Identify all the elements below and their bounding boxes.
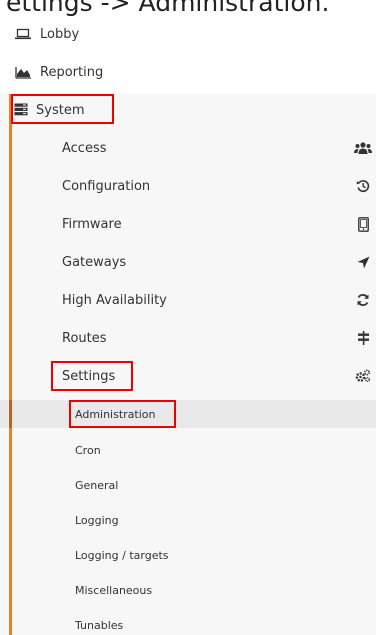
history-icon <box>353 179 373 193</box>
tablet-icon <box>353 216 373 232</box>
menu-item-cron[interactable]: Cron <box>75 437 101 463</box>
map-signs-icon <box>353 331 373 345</box>
menu-item-access-label: Access <box>62 140 107 156</box>
menu-item-reporting-label: Reporting <box>40 64 104 80</box>
server-icon <box>14 103 30 117</box>
menu-item-tunables[interactable]: Tunables <box>75 612 123 635</box>
users-icon <box>353 141 373 155</box>
menu-item-configuration[interactable]: Configuration <box>62 171 376 201</box>
menu-item-logging-label: Logging <box>75 513 119 527</box>
active-row-indicator <box>9 400 12 428</box>
laptop-icon <box>14 27 32 41</box>
menu-item-high-availability[interactable]: High Availability <box>62 285 376 315</box>
menu-item-system[interactable]: System <box>14 96 114 124</box>
menu-item-high-availability-label: High Availability <box>62 292 167 308</box>
menu-item-firmware-label: Firmware <box>62 216 122 232</box>
menu-item-general-label: General <box>75 478 119 492</box>
menu-item-gateways-label: Gateways <box>62 254 127 270</box>
menu-item-system-label: System <box>36 102 85 118</box>
refresh-icon <box>353 293 373 307</box>
menu-item-administration-label: Administration <box>75 407 156 421</box>
menu-item-lobby-label: Lobby <box>40 26 80 42</box>
menu-item-miscellaneous[interactable]: Miscellaneous <box>75 577 152 603</box>
menu-item-routes-label: Routes <box>62 330 107 346</box>
menu-item-logging[interactable]: Logging <box>75 507 119 533</box>
menu-item-settings[interactable]: Settings <box>62 361 376 391</box>
menu-item-gateways[interactable]: Gateways <box>62 247 376 277</box>
area-chart-icon <box>14 65 32 79</box>
menu-item-cron-label: Cron <box>75 443 101 457</box>
location-arrow-icon <box>353 256 373 269</box>
menu-item-lobby[interactable]: Lobby <box>14 20 79 48</box>
menu-item-tunables-label: Tunables <box>75 618 124 632</box>
menu-item-administration[interactable]: Administration <box>75 401 156 427</box>
menu-item-general[interactable]: General <box>75 472 118 498</box>
side-menu: ettings -> Administration. Lobby Reporti… <box>0 0 376 635</box>
active-row-background <box>0 400 376 428</box>
cogs-icon <box>353 369 373 383</box>
menu-item-reporting[interactable]: Reporting <box>14 58 103 86</box>
menu-item-routes[interactable]: Routes <box>62 323 376 353</box>
menu-item-logging-targets[interactable]: Logging / targets <box>75 542 169 568</box>
menu-item-miscellaneous-label: Miscellaneous <box>75 583 153 597</box>
menu-item-access[interactable]: Access <box>62 133 376 163</box>
breadcrumb-caption: ettings -> Administration. <box>6 0 330 17</box>
menu-item-configuration-label: Configuration <box>62 178 151 194</box>
menu-item-firmware[interactable]: Firmware <box>62 209 376 239</box>
active-section-indicator <box>9 94 12 635</box>
menu-item-logging-targets-label: Logging / targets <box>75 548 169 562</box>
menu-item-settings-label: Settings <box>62 368 116 384</box>
